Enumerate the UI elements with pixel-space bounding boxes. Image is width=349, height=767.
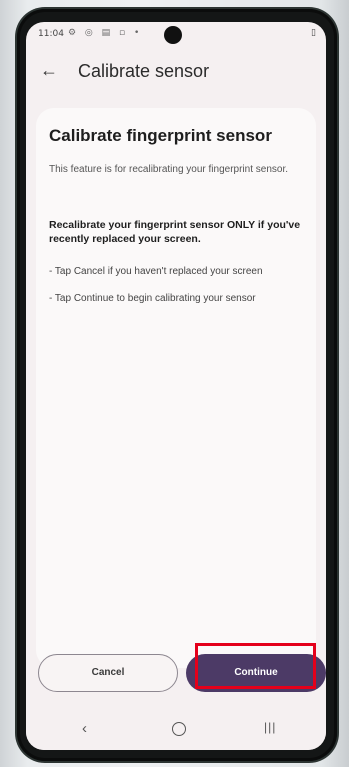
cancel-button[interactable]: Cancel <box>38 654 178 692</box>
status-bar: 11:04 ⚙ ◎ ▤ ▫ • ▯ <box>26 22 326 48</box>
content-card: Calibrate fingerprint sensor This featur… <box>36 108 316 668</box>
card-heading: Calibrate fingerprint sensor <box>49 126 272 145</box>
battery-icon: ▯ <box>311 28 316 38</box>
front-camera <box>164 26 182 44</box>
instruction-cancel: - Tap Cancel if you haven't replaced you… <box>49 266 263 277</box>
navigation-bar: ‹ ||| <box>26 710 326 750</box>
instruction-continue: - Tap Continue to begin calibrating your… <box>49 293 256 304</box>
warning-text: Recalibrate your fingerprint sensor ONLY… <box>49 219 301 245</box>
description-text: This feature is for recalibrating your f… <box>49 164 288 175</box>
phone-screen: 11:04 ⚙ ◎ ▤ ▫ • ▯ ← Calibrate sensor Cal… <box>26 22 326 750</box>
status-icons: ⚙ ◎ ▤ ▫ • <box>68 28 143 38</box>
nav-recents-icon[interactable]: ||| <box>264 720 276 734</box>
back-arrow-icon[interactable]: ← <box>40 60 58 81</box>
nav-back-icon[interactable]: ‹ <box>82 720 87 737</box>
highlight-box <box>195 643 316 689</box>
nav-home-icon[interactable] <box>172 722 186 736</box>
status-time: 11:04 <box>38 29 64 39</box>
app-bar: ← Calibrate sensor <box>26 52 326 92</box>
page-title: Calibrate sensor <box>78 61 210 81</box>
